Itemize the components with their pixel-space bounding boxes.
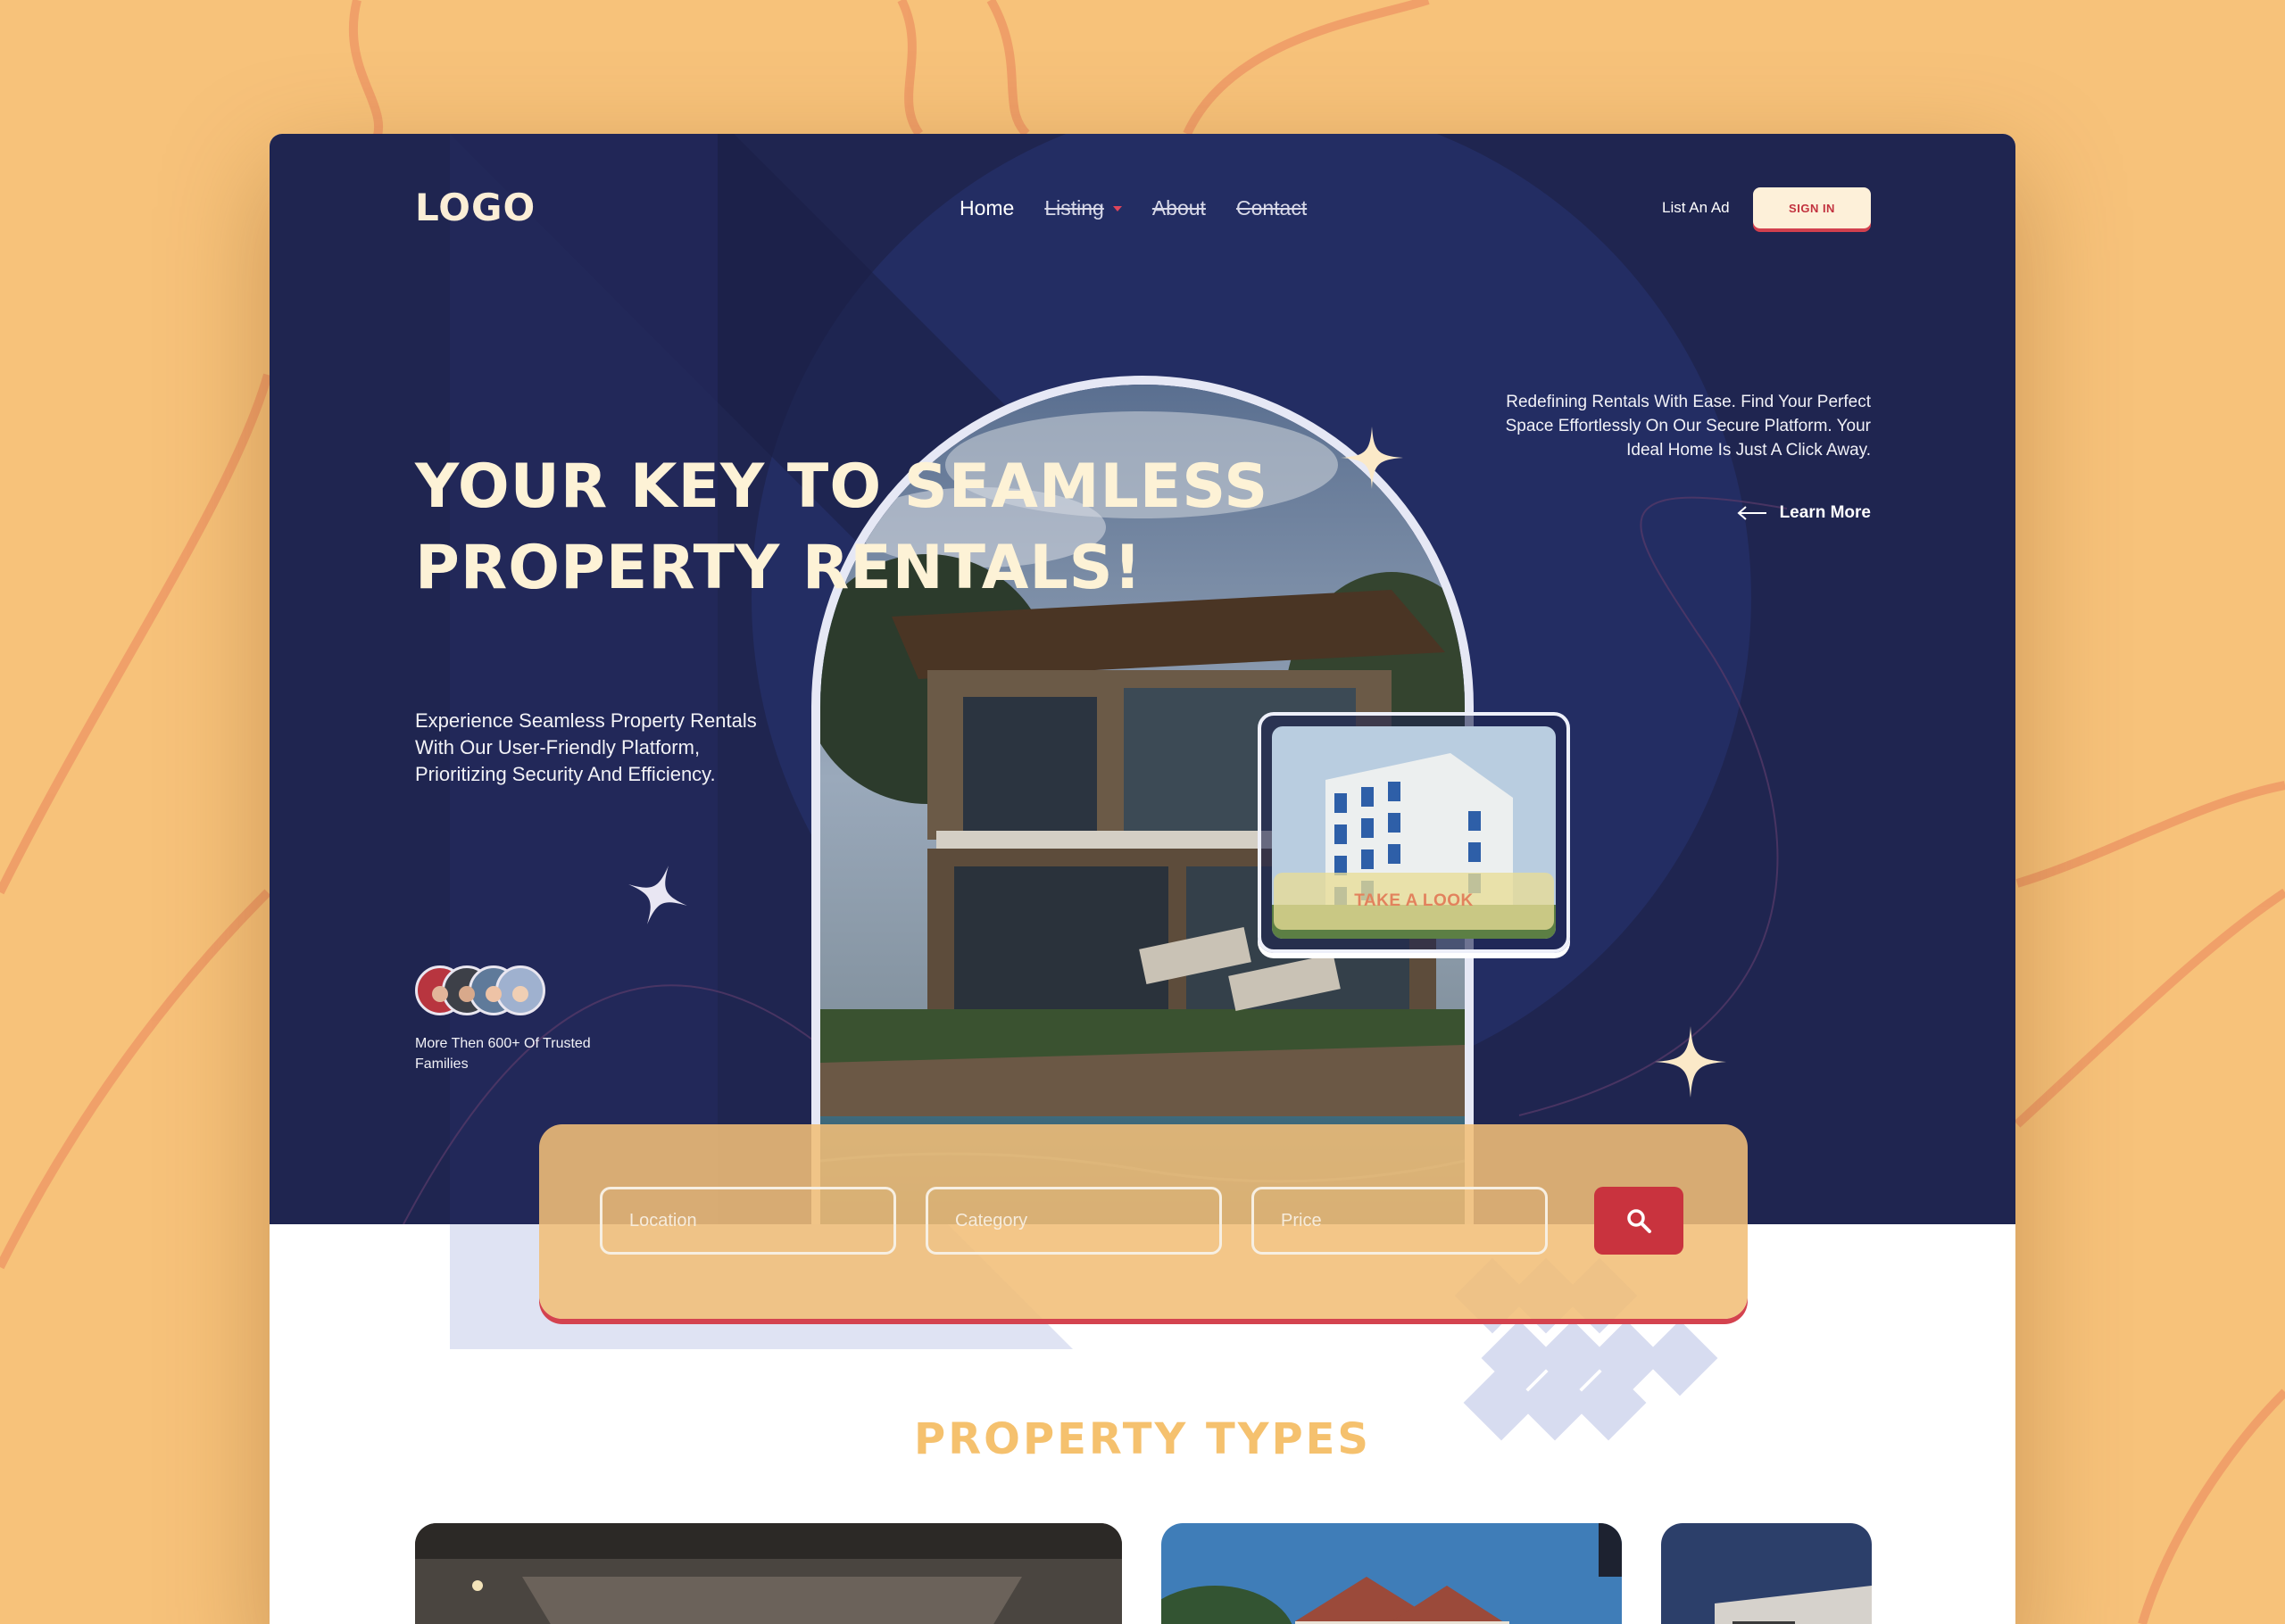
learn-more-label: Learn More	[1779, 503, 1871, 522]
hero-headline: YOUR KEY TO SEAMLESS PROPERTY RENTALS!	[415, 452, 1269, 603]
sign-in-button[interactable]: SIGN IN	[1753, 187, 1871, 228]
price-field[interactable]	[1251, 1187, 1548, 1255]
browser-frame: LOGO Home Listing About Contact List An …	[270, 134, 2015, 1624]
category-field[interactable]	[926, 1187, 1222, 1255]
nav-about[interactable]: About	[1152, 196, 1206, 220]
hero-description: Redefining Rentals With Ease. Find Your …	[1505, 393, 1871, 460]
search-bar	[539, 1124, 1748, 1319]
sparkle-icon	[1655, 1026, 1726, 1098]
list-ad-link[interactable]: List An Ad	[1662, 199, 1730, 217]
search-icon	[1627, 1209, 1651, 1233]
arrow-left-icon	[1737, 506, 1766, 520]
nav-home[interactable]: Home	[960, 196, 1014, 220]
nav-listing[interactable]: Listing	[1044, 196, 1122, 220]
location-field[interactable]	[600, 1187, 896, 1255]
logo[interactable]: LOGO	[415, 186, 536, 229]
hero-section: LOGO Home Listing About Contact List An …	[270, 134, 2015, 1224]
main-nav: Home Listing About Contact	[960, 196, 1307, 220]
sparkle-icon	[628, 866, 687, 924]
trusted-families-text: More Then 600+ Of Trusted Families	[415, 1036, 591, 1072]
sparkle-icon	[1341, 427, 1403, 489]
chevron-down-icon	[1112, 205, 1122, 211]
property-types-title: PROPERTY TYPES	[914, 1414, 1371, 1464]
trusted-avatars	[415, 965, 545, 1015]
hero-subtext: Experience Seamless Property Rentals Wit…	[415, 709, 757, 785]
take-a-look-card[interactable]: TAKE A LOOK	[1258, 712, 1570, 953]
building-thumbnail: TAKE A LOOK	[1272, 726, 1556, 939]
take-a-look-button[interactable]: TAKE A LOOK	[1274, 873, 1554, 930]
property-type-card[interactable]	[1161, 1523, 1622, 1624]
nav-listing-label: Listing	[1044, 196, 1104, 220]
property-type-card[interactable]	[415, 1523, 1122, 1624]
property-type-card[interactable]	[1661, 1523, 1872, 1624]
learn-more-link[interactable]: Learn More	[1724, 503, 1871, 523]
nav-contact[interactable]: Contact	[1236, 196, 1307, 220]
avatar	[495, 965, 545, 1015]
search-button[interactable]	[1594, 1187, 1683, 1255]
